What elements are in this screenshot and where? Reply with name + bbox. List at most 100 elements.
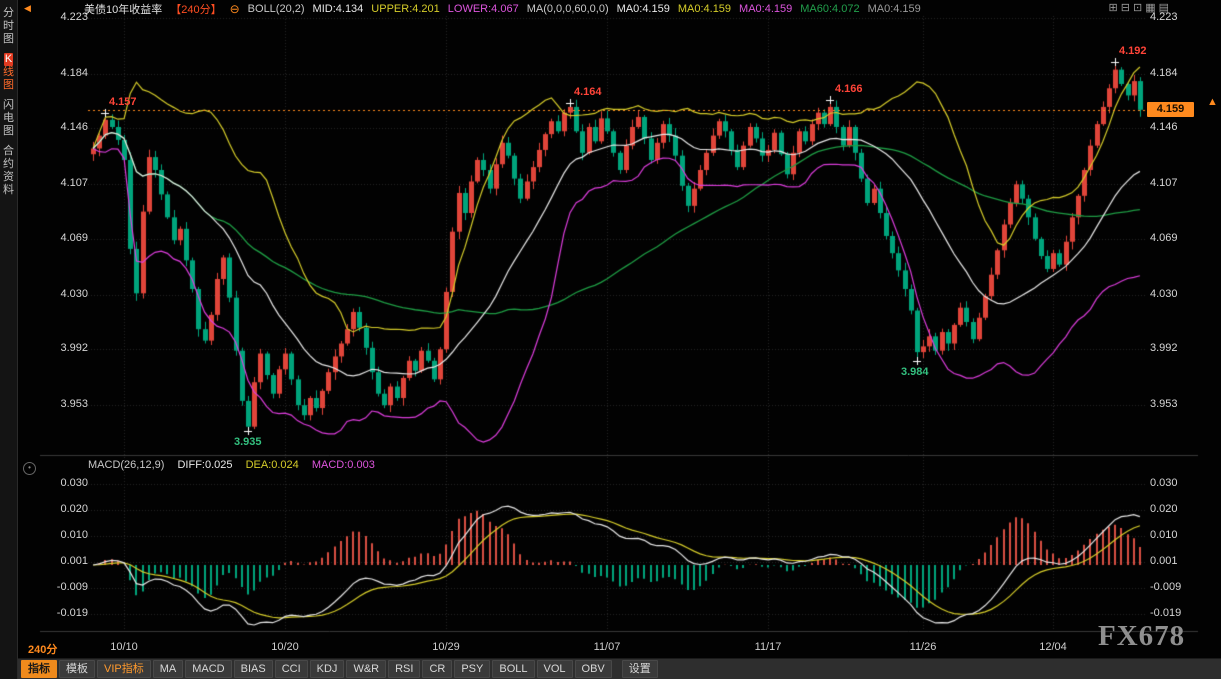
ma-value-3: MA60:4.072 bbox=[800, 3, 859, 15]
x-axis-date-label: 11/17 bbox=[749, 641, 787, 653]
toolbar-tab-macd[interactable]: MACD bbox=[185, 660, 231, 678]
price-axis-label: 3.953 bbox=[1150, 398, 1196, 410]
toolbar-tab-vol[interactable]: VOL bbox=[537, 660, 573, 678]
toolbar-tab-bias[interactable]: BIAS bbox=[234, 660, 273, 678]
sidebar-item-char: 电 bbox=[3, 112, 14, 125]
sidebar-item-flash-chart[interactable]: 闪电图 bbox=[0, 99, 17, 138]
sidebar-item-contract-info[interactable]: 合约资料 bbox=[0, 145, 17, 197]
sidebar-item-char: 图 bbox=[3, 33, 14, 46]
macd-axis-label: -0.019 bbox=[1150, 607, 1196, 619]
toolbar-tab-rsi[interactable]: RSI bbox=[388, 660, 420, 678]
macd-axis-label: 0.020 bbox=[1150, 503, 1196, 515]
x-axis-date-label: 10/29 bbox=[427, 641, 465, 653]
price-axis-label: 4.107 bbox=[1150, 177, 1196, 189]
toolbar-tab-indicators[interactable]: 指标 bbox=[21, 660, 57, 678]
sidebar-item-char: 图 bbox=[3, 125, 14, 138]
sidebar-item-char: 约 bbox=[3, 158, 14, 171]
price-axis-label: 4.146 bbox=[1150, 121, 1196, 133]
price-axis-label: 4.184 bbox=[1150, 67, 1196, 79]
price-annotation-4.164: 4.164 bbox=[574, 86, 602, 98]
price-annotation-3.935: 3.935 bbox=[234, 436, 262, 448]
macd-macd-value: MACD:0.003 bbox=[312, 459, 375, 471]
toolbar-tab-settings[interactable]: 设置 bbox=[622, 660, 658, 678]
sidebar-item-char: K bbox=[4, 53, 13, 66]
toolbar-tabs: 指标模板VIP指标MAMACDBIASCCIKDJW&RRSICRPSYBOLL… bbox=[21, 660, 660, 678]
trading-app: 分时图K线图闪电图合约资料 ◀ 美债10年收益率 【240分】 ⊖ BOLL(2… bbox=[0, 0, 1221, 679]
price-axis-label: 4.146 bbox=[44, 121, 88, 133]
layout-rows-icon[interactable]: ⊟ bbox=[1121, 2, 1130, 14]
macd-axis-label: 0.010 bbox=[1150, 529, 1196, 541]
macd-diff-value: DIFF:0.025 bbox=[177, 459, 232, 471]
sidebar-item-char: 图 bbox=[3, 79, 14, 92]
price-axis-label: 3.992 bbox=[44, 342, 88, 354]
timeframe-label[interactable]: 240分 bbox=[28, 641, 57, 657]
x-axis-date-label: 10/10 bbox=[105, 641, 143, 653]
layout-icons: ⊞⊟⊡▦ ▤ bbox=[1109, 2, 1169, 14]
macd-axis-label: 0.030 bbox=[1150, 477, 1196, 489]
x-axis-date-label: 10/20 bbox=[266, 641, 304, 653]
price-axis-label: 4.030 bbox=[44, 288, 88, 300]
toolbar-tab-cr[interactable]: CR bbox=[422, 660, 452, 678]
collapse-indicator-icon[interactable]: ⊖ bbox=[230, 2, 240, 16]
macd-axis-label: -0.019 bbox=[44, 607, 88, 619]
ma-indicator-label: MA(0,0,0,60,0,0) bbox=[527, 3, 609, 15]
toolbar-tab-wr[interactable]: W&R bbox=[346, 660, 386, 678]
x-axis-date-label: 11/07 bbox=[588, 641, 626, 653]
price-annotation-3.984: 3.984 bbox=[901, 366, 929, 378]
toolbar-tab-psy[interactable]: PSY bbox=[454, 660, 490, 678]
toolbar-tab-boll[interactable]: BOLL bbox=[492, 660, 534, 678]
ma-value-4: MA0:4.159 bbox=[868, 3, 921, 15]
price-up-arrow-icon[interactable]: ▲ bbox=[1207, 96, 1218, 108]
price-annotation-4.166: 4.166 bbox=[835, 83, 863, 95]
layout-split-icon[interactable]: ▤ bbox=[1159, 2, 1169, 14]
chart-area: ◀ 美债10年收益率 【240分】 ⊖ BOLL(20,2) MID:4.134… bbox=[18, 0, 1221, 679]
left-sidebar: 分时图K线图闪电图合约资料 bbox=[0, 0, 18, 679]
macd-header: MACD(26,12,9) DIFF:0.025 DEA:0.024 MACD:… bbox=[88, 459, 385, 473]
toolbar-tab-obv[interactable]: OBV bbox=[575, 660, 612, 678]
sidebar-item-time-chart[interactable]: 分时图 bbox=[0, 7, 17, 46]
boll-upper-value: UPPER:4.201 bbox=[371, 3, 439, 15]
boll-lower-value: LOWER:4.067 bbox=[448, 3, 519, 15]
toolbar-tab-cci[interactable]: CCI bbox=[275, 660, 308, 678]
price-axis-label: 4.184 bbox=[44, 67, 88, 79]
price-annotation-4.157: 4.157 bbox=[109, 96, 137, 108]
current-price-badge: 4.159 bbox=[1147, 102, 1194, 117]
macd-axis-label: 0.010 bbox=[44, 529, 88, 541]
toolbar-tab-ma[interactable]: MA bbox=[153, 660, 184, 678]
layout-single-icon[interactable]: ⊡ bbox=[1133, 2, 1142, 14]
price-axis-label: 4.030 bbox=[1150, 288, 1196, 300]
price-axis-label: 4.107 bbox=[44, 177, 88, 189]
sidebar-item-char: 线 bbox=[3, 66, 14, 79]
boll-mid-value: MID:4.134 bbox=[313, 3, 364, 15]
toolbar-tab-vip-indicators[interactable]: VIP指标 bbox=[97, 660, 151, 678]
macd-axis-label: 0.001 bbox=[1150, 555, 1196, 567]
macd-axis-label: -0.009 bbox=[1150, 581, 1196, 593]
sidebar-item-char: 分 bbox=[3, 7, 14, 20]
price-annotation-4.192: 4.192 bbox=[1119, 45, 1147, 57]
toolbar-tab-templates[interactable]: 模板 bbox=[59, 660, 95, 678]
sidebar-item-char: 闪 bbox=[3, 99, 14, 112]
ma-value-2: MA0:4.159 bbox=[739, 3, 792, 15]
macd-axis-label: 0.001 bbox=[44, 555, 88, 567]
macd-axis-label: 0.030 bbox=[44, 477, 88, 489]
x-axis-date-label: 11/26 bbox=[904, 641, 942, 653]
collapse-sidebar-icon[interactable]: ◀ bbox=[24, 3, 31, 14]
macd-formula-label: MACD(26,12,9) bbox=[88, 459, 164, 471]
macd-axis-label: -0.009 bbox=[44, 581, 88, 593]
sidebar-item-k-line-chart[interactable]: K线图 bbox=[0, 53, 17, 92]
bottom-toolbar: 指标模板VIP指标MAMACDBIASCCIKDJW&RRSICRPSYBOLL… bbox=[18, 658, 1221, 679]
boll-indicator-label: BOLL(20,2) bbox=[248, 3, 305, 15]
chart-period-label[interactable]: 【240分】 bbox=[170, 1, 221, 17]
macd-axis-label: 0.020 bbox=[44, 503, 88, 515]
layout-mosaic-icon[interactable]: ▦ bbox=[1145, 2, 1155, 14]
chart-header: 美债10年收益率 【240分】 ⊖ BOLL(20,2) MID:4.134 U… bbox=[18, 0, 1221, 18]
layout-grid-icon[interactable]: ⊞ bbox=[1109, 2, 1118, 14]
ma-value-0: MA0:4.159 bbox=[617, 3, 670, 15]
ma-values: MA0:4.159MA0:4.159MA0:4.159MA60:4.072MA0… bbox=[617, 3, 929, 15]
toolbar-tab-kdj[interactable]: KDJ bbox=[310, 660, 345, 678]
price-macd-chart-canvas[interactable] bbox=[18, 0, 1221, 679]
price-axis-label: 3.992 bbox=[1150, 342, 1196, 354]
sidebar-item-char: 时 bbox=[3, 20, 14, 33]
macd-panel-toggle-icon[interactable]: • bbox=[23, 462, 36, 475]
sidebar-item-char: 资 bbox=[3, 171, 14, 184]
